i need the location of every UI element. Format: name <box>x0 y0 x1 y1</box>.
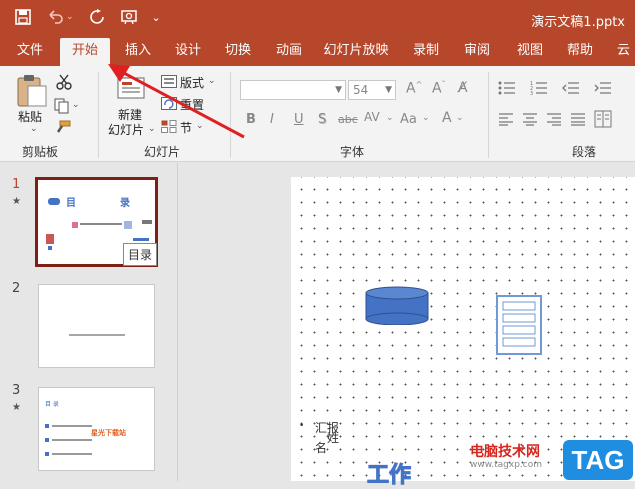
slide-3-mini-title: 目 录 <box>45 400 59 408</box>
paste-button-label[interactable]: 粘贴 <box>18 108 42 125</box>
numbering-icon[interactable]: 123 <box>530 80 548 96</box>
format-painter-icon[interactable] <box>54 120 72 136</box>
char-spacing-icon[interactable]: AV <box>364 110 380 124</box>
customize-qat-icon[interactable]: ⌄ <box>152 11 161 24</box>
slide-3-mini-highlight: 星光下载站 <box>91 428 126 437</box>
watermark-text: 电脑技术网 <box>470 444 540 460</box>
decrease-font-icon[interactable]: Aˇ <box>432 80 446 97</box>
paragraph-group-label: 段落 <box>572 145 597 159</box>
underline-button[interactable]: U <box>294 112 304 127</box>
copy-icon[interactable] <box>54 98 70 114</box>
new-slide-dropdown-icon[interactable]: ⌄ <box>148 124 156 134</box>
italic-button[interactable]: I <box>270 112 274 127</box>
clear-format-icon[interactable]: A̸ <box>458 80 468 96</box>
tab-help[interactable]: 帮助 <box>558 38 602 66</box>
tab-home[interactable]: 开始 <box>60 38 110 66</box>
layout-icon[interactable] <box>161 75 177 88</box>
new-slide-icon[interactable] <box>116 74 146 102</box>
section-dropdown-icon[interactable]: ⌄ <box>196 121 204 131</box>
tab-animations[interactable]: 动画 <box>267 38 311 66</box>
tab-transitions[interactable]: 切换 <box>216 38 260 66</box>
slideshow-icon[interactable] <box>120 8 138 26</box>
paste-icon[interactable] <box>14 74 50 108</box>
slides-group-label: 幻灯片 <box>144 145 181 159</box>
reset-icon[interactable] <box>161 97 177 110</box>
shelf-shape[interactable] <box>495 294 543 358</box>
slide-text-surname[interactable]: 姓 <box>327 429 339 446</box>
decrease-indent-icon[interactable] <box>562 80 580 96</box>
slide-number-2: 2 <box>12 281 21 296</box>
save-icon[interactable] <box>14 8 32 26</box>
clipboard-group-label: 剪贴板 <box>22 145 59 159</box>
tab-cloud[interactable]: 云 <box>612 38 635 66</box>
font-group-label: 字体 <box>340 145 365 159</box>
title-bar: ⌄ ⌄ 演示文稿1.pptx <box>0 0 635 38</box>
align-center-icon[interactable] <box>522 112 538 126</box>
tab-record[interactable]: 录制 <box>404 38 448 66</box>
slide-1-title-a: 目 <box>66 197 76 209</box>
slide-text-work[interactable]: 工作 <box>366 457 411 489</box>
slide-thumbnail-2[interactable] <box>38 284 155 368</box>
tab-insert[interactable]: 插入 <box>116 38 160 66</box>
change-case-dropdown-icon[interactable]: ⌄ <box>422 113 430 123</box>
tab-view[interactable]: 视图 <box>508 38 552 66</box>
tab-slideshow[interactable]: 幻灯片放映 <box>316 38 396 66</box>
current-slide[interactable]: • 汇报 姓 名 工作 <box>291 177 635 489</box>
font-size-combo[interactable]: 54 ▼ <box>348 80 396 100</box>
slide-3-preview: 目 录 星光下载站 <box>45 400 126 456</box>
bold-button[interactable]: B <box>246 112 256 127</box>
ribbon: 粘贴 ⌄ ⌄ 剪贴板 新建 幻灯片 ⌄ 版式 ⌄ 重置 节 ⌄ 幻灯片 ▼ 54… <box>0 66 635 222</box>
font-name-combo[interactable]: ▼ <box>240 80 346 100</box>
font-color-dropdown-icon[interactable]: ⌄ <box>456 113 464 123</box>
bullet-icon: • <box>299 421 305 431</box>
copy-dropdown-icon[interactable]: ⌄ <box>72 100 80 110</box>
bullets-icon[interactable] <box>498 80 516 96</box>
undo-dropdown-icon[interactable]: ⌄ <box>66 12 74 22</box>
section-icon[interactable] <box>161 120 177 133</box>
strikethrough-button[interactable]: abc <box>338 113 358 126</box>
paste-dropdown-icon[interactable]: ⌄ <box>30 124 38 134</box>
increase-indent-icon[interactable] <box>594 80 612 96</box>
slide-number-1: 1 <box>12 177 21 192</box>
layout-dropdown-icon[interactable]: ⌄ <box>208 76 216 86</box>
columns-icon[interactable] <box>594 110 612 128</box>
char-spacing-dropdown-icon[interactable]: ⌄ <box>386 113 394 123</box>
justify-icon[interactable] <box>570 112 586 126</box>
tab-design[interactable]: 设计 <box>166 38 210 66</box>
font-name-dropdown-icon: ▼ <box>335 85 342 95</box>
tab-file[interactable]: 文件 <box>8 38 52 66</box>
document-title: 演示文稿1.pptx <box>531 15 625 30</box>
shadow-button[interactable]: S <box>318 112 326 127</box>
cylinder-shape[interactable] <box>365 285 429 325</box>
slide-1-title-b: 录 <box>120 197 130 209</box>
slide-thumbnail-3[interactable]: 目 录 星光下载站 <box>38 387 155 471</box>
undo-icon[interactable] <box>46 8 64 26</box>
tab-review[interactable]: 审阅 <box>455 38 499 66</box>
slide-3-animation-star-icon: ★ <box>12 402 21 413</box>
reset-button[interactable]: 重置 <box>180 96 204 113</box>
section-button[interactable]: 节 <box>180 119 192 136</box>
slide-1-animation-star-icon: ★ <box>12 196 21 207</box>
slide-text-name[interactable]: 名 <box>315 439 327 456</box>
layout-button[interactable]: 版式 <box>180 74 204 91</box>
slide-2-preview <box>69 334 125 336</box>
svg-text:3: 3 <box>530 91 533 96</box>
font-size-dropdown-icon: ▼ <box>385 85 392 95</box>
watermark-url: www.tagxp.com <box>470 460 542 470</box>
watermark-logo: TAG <box>563 440 633 480</box>
slide-number-3: 3 <box>12 383 21 398</box>
quick-access-toolbar: ⌄ ⌄ <box>14 8 161 26</box>
align-left-icon[interactable] <box>498 112 514 126</box>
change-case-button[interactable]: Aa <box>400 112 417 127</box>
redo-icon[interactable] <box>88 8 106 26</box>
slide-1-tooltip: 目录 <box>123 243 158 266</box>
ribbon-tabs: 文件 开始 插入 设计 切换 动画 幻灯片放映 录制 审阅 视图 帮助 云 <box>0 38 635 66</box>
increase-font-icon[interactable]: A^ <box>406 80 422 97</box>
cut-icon[interactable] <box>56 74 72 90</box>
font-color-icon[interactable]: A <box>442 110 452 126</box>
align-right-icon[interactable] <box>546 112 562 126</box>
new-slide-label-2[interactable]: 幻灯片 <box>108 121 144 138</box>
